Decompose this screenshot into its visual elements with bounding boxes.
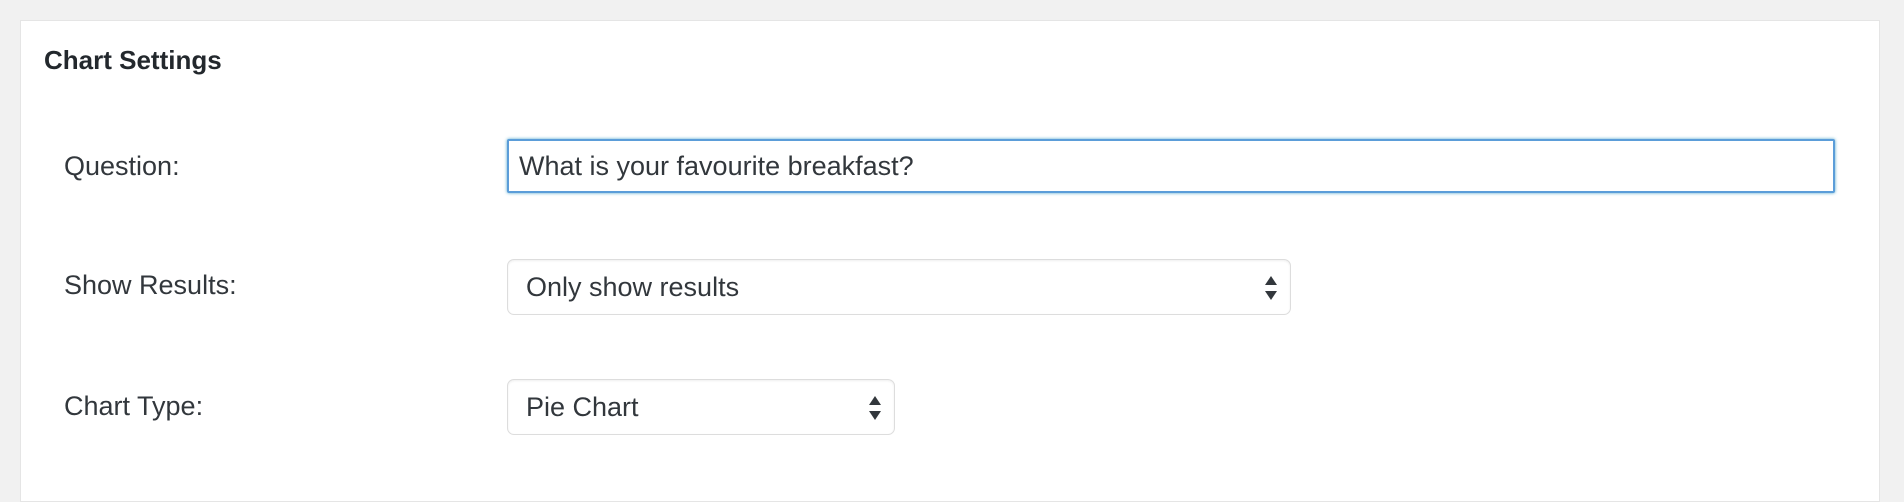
chart-type-selected-value: Pie Chart bbox=[526, 392, 639, 422]
up-down-arrows-icon bbox=[1265, 276, 1277, 300]
chart-settings-panel: Chart Settings Question: Show Results: O… bbox=[20, 20, 1880, 502]
up-down-arrows-icon bbox=[869, 396, 881, 420]
show-results-select[interactable]: Only show results bbox=[507, 259, 1291, 315]
question-input[interactable] bbox=[507, 139, 1835, 193]
question-label: Question: bbox=[64, 151, 180, 181]
chart-type-select[interactable]: Pie Chart bbox=[507, 379, 895, 435]
chart-type-label: Chart Type: bbox=[64, 391, 204, 421]
panel-title: Chart Settings bbox=[44, 45, 222, 75]
show-results-selected-value: Only show results bbox=[526, 272, 740, 302]
show-results-label: Show Results: bbox=[64, 270, 237, 300]
